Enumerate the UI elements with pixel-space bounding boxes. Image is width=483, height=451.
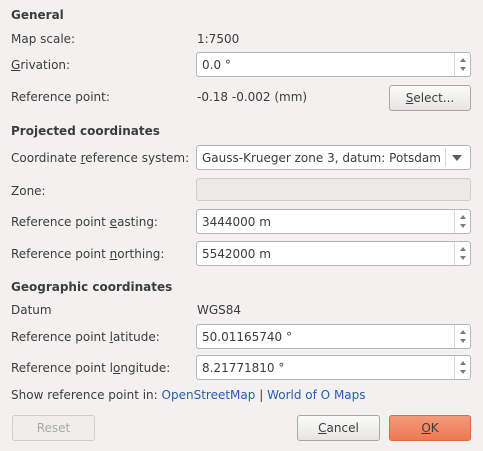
- map-scale-label: Map scale:: [11, 32, 76, 46]
- datum-value: WGS84: [197, 303, 242, 317]
- easting-spinbox[interactable]: 3444000 m: [196, 209, 471, 234]
- datum-label: Datum: [11, 303, 52, 317]
- arrow-up-icon[interactable]: [460, 215, 466, 219]
- ok-button[interactable]: OK: [389, 415, 471, 441]
- northing-stepper[interactable]: [454, 242, 470, 265]
- arrow-up-icon[interactable]: [460, 361, 466, 365]
- combo-separator: [445, 148, 446, 167]
- northing-value: 5542000 m: [202, 247, 271, 261]
- easting-value: 3444000 m: [202, 215, 271, 229]
- reference-point-label: Reference point:: [11, 90, 110, 104]
- arrow-down-icon[interactable]: [460, 339, 466, 343]
- longitude-spinbox[interactable]: 8.21771810 °: [196, 355, 471, 380]
- arrow-up-icon[interactable]: [460, 58, 466, 62]
- reset-button[interactable]: Reset: [12, 415, 95, 441]
- latitude-spinbox[interactable]: 50.01165740 °: [196, 324, 471, 349]
- northing-spinbox[interactable]: 5542000 m: [196, 241, 471, 266]
- grivation-spinbox[interactable]: 0.0 °: [196, 52, 471, 77]
- world-of-o-maps-link[interactable]: World of O Maps: [267, 388, 365, 402]
- chevron-down-icon[interactable]: [452, 155, 462, 161]
- arrow-down-icon[interactable]: [460, 370, 466, 374]
- link-separator: |: [259, 388, 264, 402]
- longitude-label: Reference point longitude:: [11, 361, 171, 375]
- arrow-down-icon[interactable]: [460, 256, 466, 260]
- arrow-down-icon[interactable]: [460, 224, 466, 228]
- openstreetmap-link[interactable]: OpenStreetMap: [162, 388, 256, 402]
- northing-label: Reference point northing:: [11, 247, 165, 261]
- arrow-down-icon[interactable]: [460, 67, 466, 71]
- arrow-up-icon[interactable]: [460, 330, 466, 334]
- zone-field: [196, 178, 471, 201]
- easting-stepper[interactable]: [454, 210, 470, 233]
- select-button[interactable]: Select...: [389, 85, 471, 111]
- arrow-up-icon[interactable]: [460, 247, 466, 251]
- reference-point-value: -0.18 -0.002 (mm): [197, 90, 308, 104]
- latitude-stepper[interactable]: [454, 325, 470, 348]
- crs-label: Coordinate reference system:: [11, 151, 190, 165]
- projected-heading: Projected coordinates: [11, 124, 160, 138]
- longitude-stepper[interactable]: [454, 356, 470, 379]
- geographic-heading: Geographic coordinates: [11, 280, 173, 294]
- grivation-value: 0.0 °: [202, 58, 231, 72]
- map-scale-value: 1:7500: [197, 32, 240, 46]
- general-heading: General: [11, 8, 64, 22]
- show-in-label: Show reference point in:: [11, 388, 158, 402]
- easting-label: Reference point easting:: [11, 215, 158, 229]
- latitude-value: 50.01165740 °: [202, 330, 292, 344]
- crs-select[interactable]: Gauss-Krueger zone 3, datum: Potsdam: [196, 145, 471, 170]
- georeferencing-dialog: General Map scale: 1:7500 Grivation: 0.0…: [0, 0, 483, 451]
- crs-value: Gauss-Krueger zone 3, datum: Potsdam: [202, 151, 441, 165]
- latitude-label: Reference point latitude:: [11, 330, 160, 344]
- cancel-button[interactable]: Cancel: [297, 415, 380, 441]
- longitude-value: 8.21771810 °: [202, 361, 285, 375]
- grivation-stepper[interactable]: [454, 53, 470, 76]
- show-reference-point-row: Show reference point in: OpenStreetMap |…: [11, 388, 366, 402]
- grivation-label: Grivation:: [11, 58, 71, 72]
- zone-label: Zone:: [11, 184, 46, 198]
